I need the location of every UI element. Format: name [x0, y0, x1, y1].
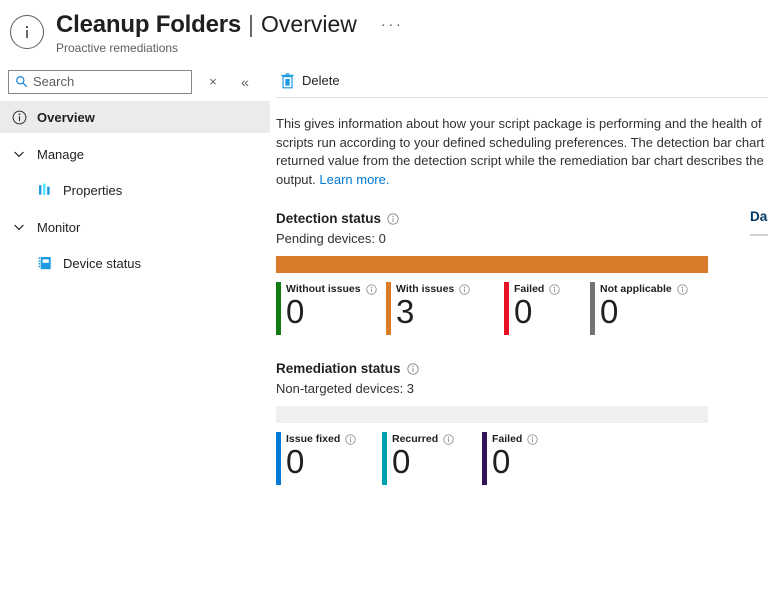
remediation-status-title-label: Remediation status [276, 361, 401, 376]
remediation-status-section: Remediation status Non-targeted devices:… [276, 361, 768, 485]
search-box[interactable] [8, 69, 192, 94]
chevron-down-icon [10, 221, 28, 233]
page-body: Overview Manage Properties Monitor Devic… [0, 101, 768, 591]
right-panel-title: Da [750, 209, 768, 224]
info-icon[interactable] [677, 284, 688, 295]
remediation-tile-failed[interactable]: Failed 0 [482, 432, 568, 485]
tile-value: 0 [392, 443, 411, 480]
remediation-non-targeted-devices: Non-targeted devices: 3 [276, 381, 415, 396]
page-subtitle: Proactive remediations [56, 41, 179, 55]
toolbar: Delete [270, 62, 768, 101]
info-icon[interactable] [459, 284, 470, 295]
accent-bar [382, 432, 387, 485]
detection-pending-devices: Pending devices: 0 [276, 231, 386, 246]
collapse-sidebar-icon[interactable]: « [232, 69, 258, 95]
intro-line-3: returned value from the detection script… [276, 153, 764, 168]
intro-line-1: This gives information about how your sc… [276, 116, 762, 131]
info-circle-icon [10, 15, 44, 49]
remediation-tile-recurred[interactable]: Recurred 0 [382, 432, 482, 485]
close-icon[interactable]: × [200, 69, 226, 95]
info-circle-icon [10, 110, 28, 125]
remediation-status-bar [276, 406, 708, 423]
tile-value: 0 [514, 293, 533, 330]
delete-button[interactable]: Delete [276, 68, 348, 94]
sidebar-group-monitor[interactable]: Monitor [0, 211, 270, 243]
sidebar-item-label: Overview [37, 109, 95, 125]
search-icon [15, 75, 28, 88]
sidebar-item-label: Properties [63, 182, 123, 198]
detection-status-title: Detection status [276, 211, 768, 226]
page-title-section: Overview [261, 11, 357, 37]
info-icon[interactable] [345, 434, 356, 445]
page-title: Cleanup Folders | Overview ··· [56, 10, 403, 39]
sidebar-search-zone: × « [0, 62, 270, 101]
search-input[interactable] [33, 74, 173, 89]
accent-bar [504, 282, 509, 335]
accent-bar [482, 432, 487, 485]
tile-value: 0 [600, 293, 619, 330]
tile-value: 0 [492, 443, 511, 480]
accent-bar [386, 282, 391, 335]
tile-value: 3 [396, 293, 415, 330]
remediation-status-title: Remediation status [276, 361, 768, 376]
delete-button-label: Delete [302, 73, 340, 88]
detection-tile-not-applicable[interactable]: Not applicable 0 [590, 282, 710, 335]
info-icon[interactable] [549, 284, 561, 295]
sidebar-item-properties[interactable]: Properties [0, 174, 270, 206]
bar-chart-icon [37, 183, 54, 197]
sidebar-item-label: Device status [63, 255, 142, 271]
device-icon [37, 256, 54, 271]
accent-bar [276, 432, 281, 485]
detection-status-section: Detection status Pending devices: 0 With… [276, 211, 768, 335]
detection-bar-segment-with-issues [276, 256, 708, 273]
info-icon[interactable] [387, 212, 399, 225]
right-panel: Da [750, 209, 768, 236]
more-options-button[interactable]: ··· [381, 11, 404, 39]
trash-icon [280, 72, 295, 89]
info-icon[interactable] [365, 284, 377, 295]
info-icon[interactable] [527, 434, 539, 445]
sidebar-item-overview[interactable]: Overview [0, 101, 270, 133]
info-icon[interactable] [443, 434, 454, 445]
intro-paragraph: This gives information about how your sc… [276, 115, 768, 189]
main-content: This gives information about how your sc… [270, 101, 768, 591]
page-header: Cleanup Folders | Overview ··· Proactive… [0, 0, 768, 62]
detection-status-bar [276, 256, 708, 273]
page-title-separator: | [248, 11, 255, 37]
sidebar-group-label: Manage [37, 146, 84, 162]
sidebar-item-device-status[interactable]: Device status [0, 247, 270, 279]
info-icon[interactable] [406, 362, 419, 375]
command-bar-row: × « Delete [0, 62, 768, 101]
accent-bar [590, 282, 595, 335]
toolbar-divider [276, 97, 768, 98]
intro-line-4: output. [276, 171, 320, 187]
sidebar-group-manage[interactable]: Manage [0, 138, 270, 170]
detection-tile-without-issues[interactable]: Without issues 0 [276, 282, 386, 335]
sidebar: Overview Manage Properties Monitor Devic… [0, 101, 270, 591]
accent-bar [276, 282, 281, 335]
detection-tile-failed[interactable]: Failed 0 [504, 282, 590, 335]
detection-status-legend: Without issues 0 With issues 3 Failed 0 … [276, 282, 768, 335]
detection-status-title-label: Detection status [276, 211, 382, 226]
remediation-status-legend: Issue fixed 0 Recurred 0 Failed 0 [276, 432, 768, 485]
tile-value: 0 [286, 293, 305, 330]
detection-tile-with-issues[interactable]: With issues 3 [386, 282, 504, 335]
learn-more-link[interactable]: Learn more. [319, 172, 389, 187]
right-panel-divider [750, 234, 768, 236]
sidebar-group-label: Monitor [37, 219, 81, 235]
page-title-main: Cleanup Folders [56, 11, 242, 38]
tile-value: 0 [286, 443, 305, 480]
chevron-down-icon [10, 148, 28, 160]
intro-line-2: scripts run according to your defined sc… [276, 134, 765, 150]
remediation-tile-issue-fixed[interactable]: Issue fixed 0 [276, 432, 382, 485]
